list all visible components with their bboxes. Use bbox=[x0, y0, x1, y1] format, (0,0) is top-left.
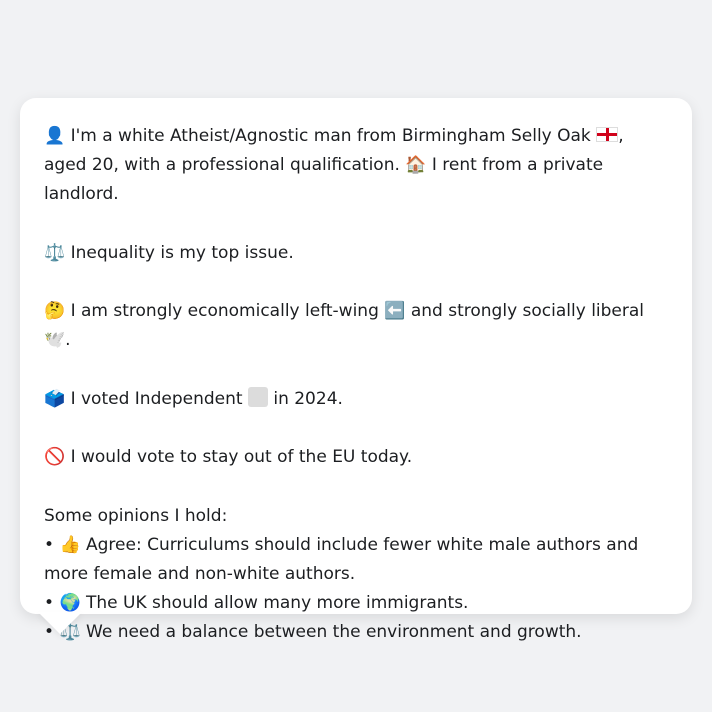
politics-text-3: . bbox=[65, 330, 71, 350]
dove-icon: 🕊️ bbox=[44, 330, 66, 350]
bullet: • bbox=[44, 534, 55, 555]
profile-card: 👤 I'm a white Atheist/Agnostic man from … bbox=[20, 98, 692, 642]
ballot-box-icon: 🗳️ bbox=[44, 388, 66, 409]
opinion-text: Agree: Curriculums should include fewer … bbox=[44, 534, 639, 584]
eu-text: I would vote to stay out of the EU today… bbox=[70, 447, 413, 467]
politics-paragraph: 🤔 I am strongly economically left-wing ⬅… bbox=[44, 297, 668, 355]
vote-paragraph: 🗳️ I voted Independent in 2024. bbox=[44, 385, 668, 414]
bullet: • bbox=[44, 592, 55, 613]
left-arrow-icon: ⬅️ bbox=[384, 301, 406, 321]
issue-paragraph: ⚖️ Inequality is my top issue. bbox=[44, 239, 668, 268]
profile-speech-bubble: 👤 I'm a white Atheist/Agnostic man from … bbox=[20, 98, 692, 642]
opinion-text: We need a balance between the environmen… bbox=[86, 621, 582, 642]
opinions-section: Some opinions I hold: • 👍 Agree: Curricu… bbox=[44, 502, 668, 647]
eu-paragraph: 🚫 I would vote to stay out of the EU tod… bbox=[44, 443, 668, 472]
opinion-item: • 🌍 The UK should allow many more immigr… bbox=[44, 589, 668, 618]
politics-text-1: I am strongly economically left-wing bbox=[70, 301, 379, 321]
prohibited-icon: 🚫 bbox=[44, 447, 66, 467]
opinion-item: • 👍 Agree: Curriculums should include fe… bbox=[44, 531, 668, 589]
issue-text: Inequality is my top issue. bbox=[70, 242, 294, 263]
party-color-square-icon bbox=[247, 386, 268, 407]
person-icon: 👤 bbox=[44, 126, 66, 146]
balance-scale-icon: ⚖️ bbox=[44, 242, 66, 263]
vote-text-2: in 2024. bbox=[273, 388, 343, 409]
vote-text-1: I voted Independent bbox=[70, 388, 243, 409]
politics-text-2: and strongly socially liberal bbox=[410, 301, 645, 321]
thinking-face-icon: 🤔 bbox=[44, 301, 66, 321]
house-icon: 🏠 bbox=[405, 155, 427, 175]
intro-paragraph: 👤 I'm a white Atheist/Agnostic man from … bbox=[44, 122, 668, 209]
england-flag-icon bbox=[596, 127, 619, 142]
intro-text-1: I'm a white Atheist/Agnostic man from Bi… bbox=[70, 126, 591, 146]
opinion-item: • ⚖️ We need a balance between the envir… bbox=[44, 618, 668, 647]
opinions-heading: Some opinions I hold: bbox=[44, 505, 228, 526]
thumbs-up-icon: 👍 bbox=[59, 534, 81, 555]
opinion-text: The UK should allow many more immigrants… bbox=[86, 592, 469, 613]
speech-bubble-tail bbox=[38, 612, 82, 634]
